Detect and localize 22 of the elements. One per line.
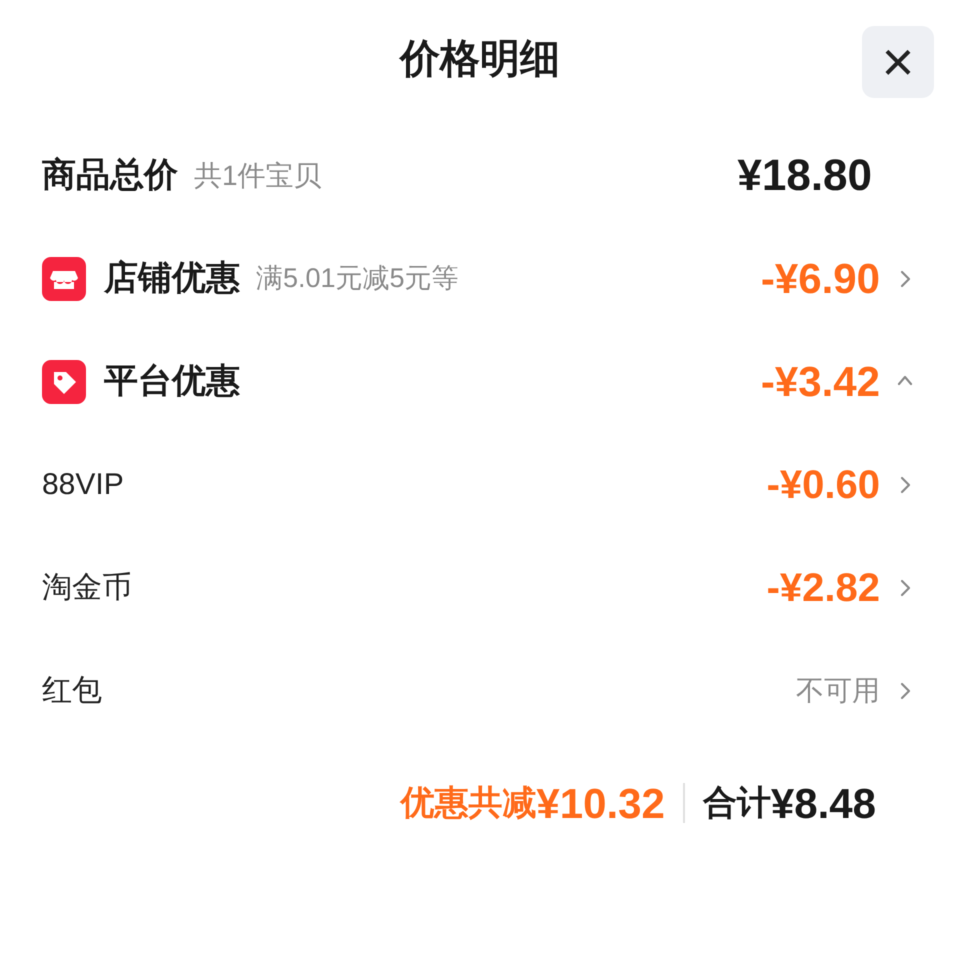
row-label: 平台优惠 — [104, 361, 240, 402]
row-label: 88VIP — [42, 467, 124, 503]
row-label: 商品总价 — [42, 155, 178, 196]
discount-amount: -¥3.42 — [760, 357, 880, 407]
row-label: 红包 — [42, 673, 102, 709]
total-amount: ¥8.48 — [770, 778, 876, 828]
discount-amount: -¥0.60 — [766, 462, 880, 508]
discount-label: 优惠共减 — [400, 782, 536, 824]
discount-amount: 不可用 — [796, 674, 880, 708]
row-label: 店铺优惠 — [104, 258, 240, 299]
discount-total: ¥10.32 — [536, 778, 665, 828]
close-button[interactable]: × — [862, 26, 934, 98]
store-icon — [42, 256, 86, 300]
row-note: 满5.01元减5元等 — [256, 262, 459, 296]
total-label: 合计 — [702, 782, 771, 824]
tag-icon — [42, 360, 86, 404]
row-label: 淘金币 — [42, 570, 132, 606]
discount-amount: -¥6.90 — [760, 254, 880, 304]
dialog-title: 价格明细 — [400, 36, 560, 83]
total-price: ¥18.80 — [737, 150, 872, 202]
discount-amount: -¥2.82 — [766, 564, 880, 612]
row-note: 共1件宝贝 — [194, 158, 322, 192]
